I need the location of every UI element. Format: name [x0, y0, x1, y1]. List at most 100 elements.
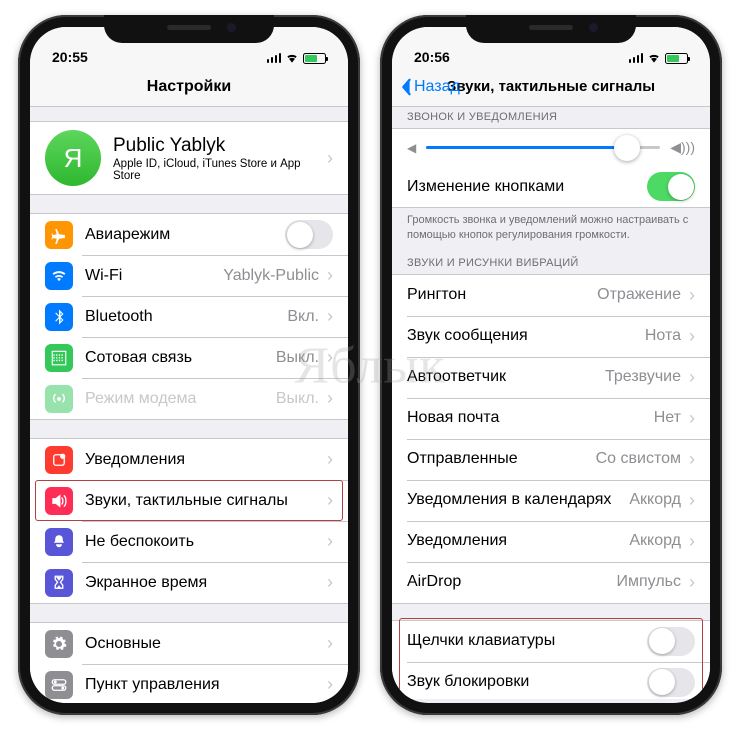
- chevron-right-icon: ›: [689, 285, 695, 306]
- toggle-row[interactable]: Звук блокировки: [392, 662, 710, 699]
- row-label: Пункт управления: [85, 676, 325, 694]
- row-value: Yablyk-Public: [223, 267, 319, 285]
- switch[interactable]: [647, 627, 695, 656]
- chevron-right-icon: ›: [689, 367, 695, 388]
- cell-icon: [45, 344, 73, 372]
- status-bar: 20:56: [392, 27, 710, 67]
- section-header-patterns: ЗВУКИ И РИСУНКИ ВИБРАЦИЙ: [392, 253, 710, 274]
- notif-icon: [45, 446, 73, 474]
- slider-thumb[interactable]: [614, 135, 640, 161]
- chevron-right-icon: ›: [327, 388, 333, 409]
- row-label: Авиарежим: [85, 226, 285, 244]
- chevron-right-icon: ›: [327, 449, 333, 470]
- chevron-right-icon: ›: [327, 148, 333, 169]
- settings-row[interactable]: Сотовая связьВыкл.›: [30, 337, 348, 378]
- status-bar: 20:55: [30, 27, 348, 67]
- avatar: Я: [45, 130, 101, 186]
- row-value: Трезвучие: [605, 368, 681, 386]
- settings-row[interactable]: Авиарежим: [30, 214, 348, 255]
- wifi-icon: [45, 262, 73, 290]
- row-label: Звук сообщения: [407, 327, 645, 345]
- switch[interactable]: [285, 220, 333, 249]
- settings-row[interactable]: Wi-FiYablyk-Public›: [30, 255, 348, 296]
- chevron-right-icon: ›: [327, 674, 333, 695]
- chevron-right-icon: ›: [689, 449, 695, 470]
- toggle-row[interactable]: Щелчки клавиатуры: [392, 621, 710, 662]
- page-title: Звуки, тактильные сигналы: [447, 78, 655, 95]
- page-title: Настройки: [147, 78, 231, 96]
- wifi-icon: [285, 51, 299, 65]
- chevron-right-icon: ›: [327, 347, 333, 368]
- row-value: Со свистом: [596, 450, 681, 468]
- chevron-right-icon: ›: [327, 572, 333, 593]
- row-label: Рингтон: [407, 286, 597, 304]
- volume-low-icon: ◀: [407, 141, 416, 155]
- time-icon: [45, 569, 73, 597]
- battery-icon: [665, 53, 688, 64]
- wifi-icon: [647, 51, 661, 65]
- row-value: Выкл.: [276, 390, 319, 408]
- settings-row[interactable]: Экранное время›: [30, 562, 348, 603]
- sound-row[interactable]: РингтонОтражение ›: [392, 275, 710, 316]
- sound-row[interactable]: Звук сообщенияНота›: [392, 316, 710, 357]
- nav-bar: Настройки: [30, 67, 348, 107]
- row-change-with-buttons[interactable]: Изменение кнопками: [392, 166, 710, 207]
- switch[interactable]: [647, 668, 695, 697]
- row-value: Вкл.: [287, 308, 319, 326]
- settings-row[interactable]: Не беспокоить›: [30, 521, 348, 562]
- sound-row[interactable]: ОтправленныеСо свистом ›: [392, 439, 710, 480]
- settings-row[interactable]: Звуки, тактильные сигналы›: [30, 480, 348, 521]
- chevron-right-icon: ›: [327, 265, 333, 286]
- sound-row[interactable]: АвтоответчикТрезвучие ›: [392, 357, 710, 398]
- settings-row[interactable]: Пункт управления›: [30, 664, 348, 703]
- row-label: AirDrop: [407, 573, 617, 591]
- row-label: Автоответчик: [407, 368, 605, 386]
- chevron-left-icon: [400, 78, 412, 96]
- row-value: Отражение: [597, 286, 681, 304]
- row-label: Не беспокоить: [85, 533, 325, 551]
- settings-row[interactable]: Уведомления›: [30, 439, 348, 480]
- settings-row[interactable]: Режим модемаВыкл.›: [30, 378, 348, 419]
- footer-ringer: Громкость звонка и уведомлений можно нас…: [392, 208, 710, 245]
- signal-icon: [267, 53, 282, 63]
- volume-slider[interactable]: [426, 146, 660, 149]
- chevron-right-icon: ›: [327, 490, 333, 511]
- row-volume-slider[interactable]: ◀ ◀))): [392, 129, 710, 166]
- slider-fill: [426, 146, 627, 149]
- phone-right: 20:56 Назад Звуки, тактильные сигналы ЗВ…: [380, 15, 722, 715]
- row-value: Аккорд: [629, 532, 681, 550]
- clock: 20:56: [414, 49, 450, 65]
- row-label: Уведомления в календарях: [407, 491, 629, 509]
- sound-row[interactable]: AirDropИмпульс ›: [392, 562, 710, 603]
- settings-row[interactable]: BluetoothВкл. ›: [30, 296, 348, 337]
- airplane-icon: [45, 221, 73, 249]
- row-label: Сотовая связь: [85, 349, 276, 367]
- cc-icon: [45, 671, 73, 699]
- row-value: Нет: [654, 409, 681, 427]
- chevron-right-icon: ›: [327, 306, 333, 327]
- row-label: Новая почта: [407, 409, 654, 427]
- settings-row[interactable]: Основные›: [30, 623, 348, 664]
- chevron-right-icon: ›: [689, 326, 695, 347]
- dnd-icon: [45, 528, 73, 556]
- profile-name: Public Yablyk: [113, 135, 325, 157]
- phone-left: 20:55 Настройки Я Public Yablyk Apple ID: [18, 15, 360, 715]
- sound-row[interactable]: Уведомления в календаряхАккорд›: [392, 480, 710, 521]
- row-label: Уведомления: [407, 532, 629, 550]
- switch-change-buttons[interactable]: [647, 172, 695, 201]
- sound-icon: [45, 487, 73, 515]
- row-label: Bluetooth: [85, 308, 287, 326]
- row-label: Отправленные: [407, 450, 596, 468]
- sound-row[interactable]: Новая почтаНет ›: [392, 398, 710, 439]
- chevron-right-icon: ›: [327, 633, 333, 654]
- row-apple-id[interactable]: Я Public Yablyk Apple ID, iCloud, iTunes…: [30, 122, 348, 194]
- back-button[interactable]: Назад: [400, 78, 460, 96]
- sound-row[interactable]: УведомленияАккорд›: [392, 521, 710, 562]
- row-value: Импульс: [617, 573, 681, 591]
- chevron-right-icon: ›: [689, 572, 695, 593]
- chevron-right-icon: ›: [689, 408, 695, 429]
- profile-sub: Apple ID, iCloud, iTunes Store и App Sto…: [113, 158, 325, 182]
- nav-bar: Назад Звуки, тактильные сигналы: [392, 67, 710, 107]
- battery-icon: [303, 53, 326, 64]
- hotspot-icon: [45, 385, 73, 413]
